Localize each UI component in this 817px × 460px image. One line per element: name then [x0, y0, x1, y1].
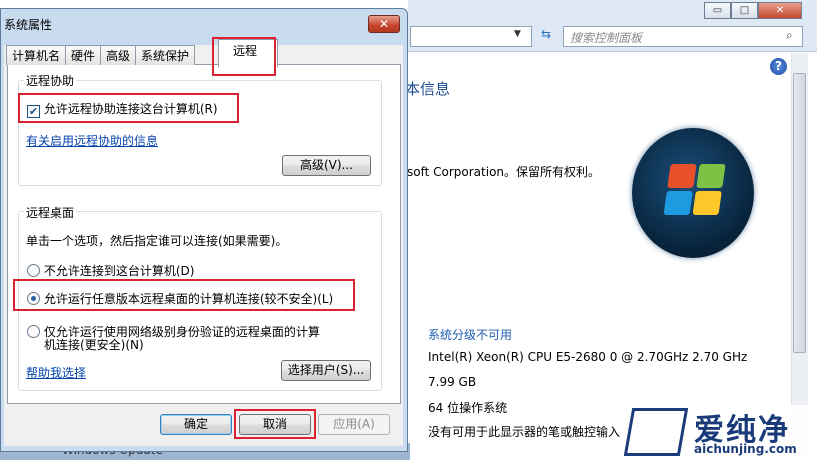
- close-window-button[interactable]: ✕: [758, 2, 802, 19]
- tab-system-protection[interactable]: 系统保护: [135, 45, 196, 65]
- no-connections-label: 不允许连接到这台计算机(D): [43, 264, 195, 278]
- highlight-cancel: [234, 409, 316, 439]
- ram-value: 7.99 GB: [428, 375, 477, 389]
- tab-strip: 计算机名 硬件 高级 系统保护: [6, 45, 196, 65]
- search-input[interactable]: 搜索控制面板: [563, 26, 803, 47]
- ok-button[interactable]: 确定: [160, 414, 232, 435]
- help-me-choose-link[interactable]: 帮助我选择: [26, 364, 86, 381]
- remote-desktop-label: 远程桌面: [24, 204, 77, 221]
- highlight-remote-tab: [212, 37, 276, 76]
- search-icon[interactable]: ⌕: [786, 28, 793, 43]
- scrollbar-thumb[interactable]: [793, 73, 806, 353]
- watermark-url: aichunjing.com: [694, 442, 797, 456]
- select-users-button[interactable]: 选择用户(S)...: [281, 360, 371, 381]
- copyright-text: soft Corporation。保留所有权利。: [407, 165, 601, 179]
- os-type-value: 64 位操作系统: [428, 401, 508, 415]
- nla-label-line2: 机连接(更安全)(N): [44, 338, 144, 352]
- system-info-heading: 本信息: [405, 80, 451, 98]
- nla-radio[interactable]: [27, 325, 40, 338]
- remote-assist-label: 远程协助: [24, 72, 77, 89]
- highlight-any-version: [13, 279, 355, 311]
- minimize-button[interactable]: ▭: [704, 2, 731, 19]
- chevron-down-icon[interactable]: ▼: [514, 29, 521, 39]
- advanced-button[interactable]: 高级(V)...: [282, 155, 371, 176]
- window-buttons: ▭ □ ✕: [704, 2, 802, 19]
- maximize-button[interactable]: □: [731, 2, 758, 19]
- highlight-remote-assist: [18, 93, 239, 123]
- remote-assist-info-link[interactable]: 有关启用远程协助的信息: [26, 132, 158, 149]
- tab-hardware[interactable]: 硬件: [65, 45, 102, 65]
- windows-flag-icon: [663, 164, 726, 216]
- pen-value: 没有可用于此显示器的笔或触控输入: [428, 425, 621, 439]
- option-no-connections[interactable]: 不允许连接到这台计算机(D): [27, 262, 194, 279]
- tab-computer-name[interactable]: 计算机名: [6, 45, 67, 65]
- apply-button[interactable]: 应用(A): [318, 414, 390, 435]
- remote-desktop-instruction: 单击一个选项，然后指定谁可以连接(如果需要)。: [26, 234, 288, 248]
- dialog-close-button[interactable]: ✕: [368, 15, 400, 33]
- help-icon[interactable]: ?: [770, 58, 787, 75]
- cpu-value: Intel(R) Xeon(R) CPU E5-2680 0 @ 2.70GHz…: [428, 350, 748, 364]
- rating-link[interactable]: 系统分级不可用: [428, 326, 512, 343]
- watermark-logo-icon: [623, 408, 689, 456]
- tab-advanced[interactable]: 高级: [100, 45, 137, 65]
- refresh-icon[interactable]: ⇆: [536, 27, 556, 46]
- dialog-title: 系统属性: [4, 18, 53, 32]
- no-connections-radio[interactable]: [27, 264, 40, 277]
